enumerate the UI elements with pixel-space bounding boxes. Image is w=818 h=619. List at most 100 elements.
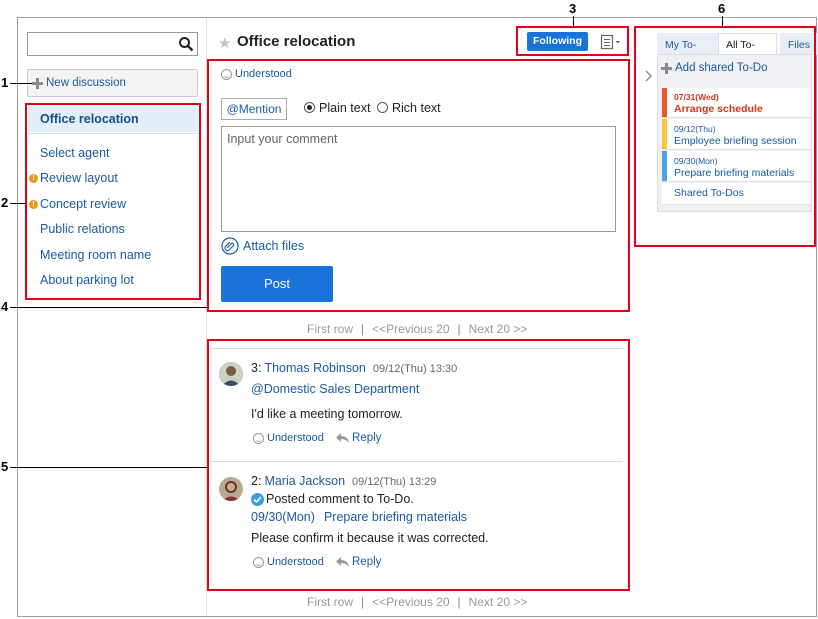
understood-label: Understood <box>235 68 292 80</box>
add-shared-todo-button[interactable]: Add shared To-Do <box>661 62 767 74</box>
options-menu-icon[interactable] <box>600 34 622 50</box>
callout-number: 2 <box>1 195 9 210</box>
attach-files-label: Attach files <box>243 239 305 253</box>
comment-number: 2: <box>251 474 262 488</box>
pager-separator: | <box>457 322 461 336</box>
sidebar-item-review-layout[interactable]: Review layout <box>40 171 210 185</box>
callout-line <box>573 16 574 27</box>
tab-all-todos[interactable]: All To-Dos <box>717 33 777 73</box>
comment-placeholder: Input your comment <box>227 132 338 146</box>
callout-line <box>10 203 26 204</box>
sidebar-item-meeting-room-name[interactable]: Meeting room name <box>40 248 210 262</box>
reply-icon <box>336 556 349 567</box>
callout-line <box>10 467 208 468</box>
todo-item[interactable]: 09/30(Mon) Prepare briefing materials <box>662 151 811 182</box>
warning-icon: ! <box>29 200 38 209</box>
avatar[interactable] <box>219 477 243 501</box>
column-divider <box>206 18 207 616</box>
todo-link[interactable]: 09/30(Mon) Prepare briefing materials <box>251 510 467 524</box>
todo-notice-text: Posted comment to To-Do. <box>266 492 414 506</box>
shared-todos-link[interactable]: Shared To-Dos <box>662 183 811 205</box>
search-icon[interactable] <box>178 36 194 52</box>
callout-number: 6 <box>718 1 726 16</box>
comment-body: I'd like a meeting tomorrow. <box>251 407 403 421</box>
smile-icon <box>253 432 264 444</box>
pager-bottom: First row | <<Previous 20 | Next 20 >> <box>307 595 527 609</box>
comment-body: Please confirm it because it was correct… <box>251 531 489 545</box>
callout-line <box>722 16 723 27</box>
todo-title: Arrange schedule <box>674 103 763 115</box>
post-button[interactable]: Post <box>221 266 333 302</box>
todo-color-bar <box>662 151 667 181</box>
understood-label: Understood <box>267 432 324 444</box>
todo-link-title: Prepare briefing materials <box>323 510 468 524</box>
pager-first: First row <box>307 322 353 336</box>
understood-button[interactable]: Understood <box>253 432 324 444</box>
pager-previous: <<Previous 20 <box>372 322 450 336</box>
todo-link-date: 09/30(Mon) <box>251 510 315 524</box>
callout-number: 3 <box>569 1 577 16</box>
radio-selected-icon[interactable] <box>304 102 315 113</box>
avatar[interactable] <box>219 362 243 386</box>
todo-color-bar <box>662 119 667 149</box>
smile-icon <box>221 68 232 80</box>
reply-label: Reply <box>352 432 382 444</box>
pager-first: First row <box>307 595 353 609</box>
sidebar-item-public-relations[interactable]: Public relations <box>40 222 210 236</box>
add-shared-todo-label: Add shared To-Do <box>675 62 768 74</box>
comment-author[interactable]: Thomas Robinson <box>264 361 365 375</box>
callout-number: 4 <box>1 299 9 314</box>
radio-icon[interactable] <box>377 102 388 113</box>
comment-mention[interactable]: @Domestic Sales Department <box>251 382 419 396</box>
callout-number: 1 <box>1 75 9 90</box>
comment-header: 3: Thomas Robinson 09/12(Thu) 13:30 <box>251 361 457 375</box>
pager-separator: | <box>457 595 461 609</box>
callout-number: 5 <box>1 459 9 474</box>
person-avatar-icon <box>219 362 243 386</box>
paperclip-icon <box>221 237 239 255</box>
reply-button[interactable]: Reply <box>336 432 381 444</box>
pager-top: First row | <<Previous 20 | Next 20 >> <box>307 322 527 336</box>
tab-my-todos[interactable]: My To-Dos <box>657 33 718 73</box>
reply-button[interactable]: Reply <box>336 556 381 568</box>
callout-line <box>10 83 32 84</box>
pager-previous: <<Previous 20 <box>372 595 450 609</box>
plain-text-option[interactable]: Plain text <box>304 101 370 115</box>
understood-button[interactable]: Understood <box>221 68 292 80</box>
pager-next: Next 20 >> <box>468 595 528 609</box>
chevron-right-icon <box>645 70 652 82</box>
callout-line <box>10 307 208 308</box>
pager-next: Next 20 >> <box>468 322 528 336</box>
new-discussion-button[interactable]: New discussion <box>27 69 198 97</box>
reply-icon <box>336 432 349 443</box>
mention-button[interactable]: @Mention <box>221 98 287 120</box>
understood-label: Understood <box>267 556 324 568</box>
comment-date: 09/12(Thu) 13:30 <box>372 363 458 375</box>
plus-icon <box>661 62 672 74</box>
sidebar-item-select-agent[interactable]: Select agent <box>40 146 210 160</box>
plain-text-label: Plain text <box>319 101 371 115</box>
comment-number: 3: <box>251 361 262 375</box>
comment-textarea[interactable]: Input your comment <box>221 126 616 232</box>
star-icon[interactable]: ★ <box>218 34 231 52</box>
comment-author[interactable]: Maria Jackson <box>264 474 345 488</box>
sidebar-item-about-parking-lot[interactable]: About parking lot <box>40 273 210 287</box>
comment-divider <box>211 348 623 349</box>
check-circle-icon <box>251 492 264 506</box>
todo-date: 09/12(Thu) <box>674 124 716 134</box>
comment-header: 2: Maria Jackson 09/12(Thu) 13:29 <box>251 474 436 488</box>
todo-title: Prepare briefing materials <box>674 167 795 179</box>
rich-text-option[interactable]: Rich text <box>377 101 441 115</box>
attach-files-link[interactable]: Attach files <box>221 237 304 255</box>
new-discussion-label: New discussion <box>46 77 126 89</box>
todo-item[interactable]: 07/31(Wed) Arrange schedule <box>662 88 811 118</box>
sidebar-item-label: Office relocation <box>40 112 139 126</box>
collapse-panel-button[interactable] <box>640 62 658 90</box>
following-button[interactable]: Following <box>527 32 588 51</box>
todo-item[interactable]: 09/12(Thu) Employee briefing session <box>662 119 811 150</box>
tab-files[interactable]: Files <box>779 33 818 55</box>
sidebar-item-office-relocation[interactable]: Office relocation <box>28 106 198 132</box>
search-input[interactable] <box>27 32 198 56</box>
sidebar-item-concept-review[interactable]: Concept review <box>40 197 210 211</box>
understood-button[interactable]: Understood <box>253 556 324 568</box>
